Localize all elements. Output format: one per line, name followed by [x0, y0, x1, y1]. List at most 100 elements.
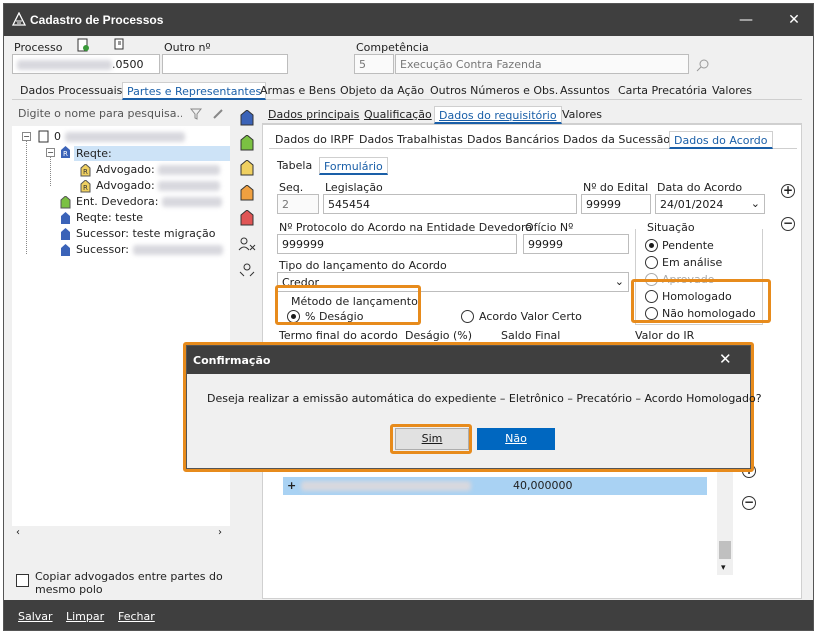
highlight-situacao — [631, 279, 771, 323]
copy-lawyers-label: Copiar advogados entre partes do mesmo p… — [35, 570, 223, 596]
add-person-orange-icon[interactable] — [240, 185, 254, 201]
valor-ir-label: Valor do IR — [635, 329, 695, 342]
edital-input[interactable]: 99999 — [581, 194, 651, 214]
bookmark-icon[interactable] — [112, 38, 126, 52]
tree-item-sucessor-2[interactable]: Sucessor: — [76, 243, 223, 256]
tree-item-advogado-2[interactable]: Advogado: — [96, 179, 221, 192]
grid-row[interactable]: + 40,000000 — [283, 477, 707, 495]
tab-armas-bens[interactable]: Armas e Bens — [256, 82, 340, 100]
tab-tabela[interactable]: Tabela — [273, 157, 316, 175]
tab-partes-representantes[interactable]: Partes e Representantes — [122, 82, 267, 100]
person-yellow-icon: R — [80, 180, 91, 193]
close-window-button[interactable]: ✕ — [784, 10, 804, 30]
tab-objeto-acao[interactable]: Objeto da Ação — [336, 82, 428, 100]
add-person-red-icon[interactable] — [240, 210, 254, 226]
tab-formulario[interactable]: Formulário — [319, 157, 388, 175]
person-green-icon — [60, 196, 71, 209]
new-document-icon[interactable] — [76, 38, 90, 52]
highlight-metodo — [275, 285, 421, 325]
svg-text:R: R — [63, 150, 68, 158]
saldo-final-label: Saldo Final — [501, 329, 561, 342]
scroll-left-arrow-icon[interactable]: ‹ — [16, 527, 20, 538]
remove-grid-row-button[interactable]: − — [742, 496, 756, 510]
tab-dados-sucessao[interactable]: Dados da Sucessão — [559, 131, 674, 149]
scroll-down-arrow-icon[interactable]: ▾ — [721, 563, 726, 573]
add-person-yellow-icon[interactable] — [240, 160, 254, 176]
app-logo-icon — [12, 12, 26, 26]
bottom-action-bar: Salvar Limpar Fechar — [4, 600, 813, 630]
processo-input[interactable]: .0500 — [12, 54, 160, 74]
competencia-description-input[interactable]: Execução Contra Fazenda — [395, 54, 689, 74]
data-acordo-picker[interactable]: 24/01/2024 ⌄ — [655, 194, 765, 214]
situacao-em-analise-radio[interactable] — [645, 256, 658, 269]
dialog-title: Confirmação — [193, 354, 271, 367]
data-acordo-label: Data do Acordo — [657, 181, 743, 194]
edital-label: Nº do Edital — [583, 181, 649, 194]
add-record-button[interactable]: + — [781, 184, 795, 198]
filter-icon[interactable] — [190, 108, 202, 120]
tab-outros-numeros[interactable]: Outros Números e Obs. — [426, 82, 562, 100]
tab-assuntos[interactable]: Assuntos — [556, 82, 614, 100]
tree-item-reqte-selected[interactable]: Reqte: — [74, 146, 230, 161]
remove-person-icon[interactable] — [238, 236, 256, 252]
metodo-valor-certo-radio[interactable] — [461, 310, 474, 323]
situacao-pendente-radio[interactable] — [645, 239, 658, 252]
protocolo-label: Nº Protocolo do Acordo na Entidade Deved… — [279, 221, 533, 234]
tab-dados-principais[interactable]: Dados principais — [264, 106, 363, 124]
tree-item-ent-devedora[interactable]: Ent. Devedora: — [76, 195, 222, 208]
outro-numero-input[interactable] — [162, 54, 288, 74]
protocolo-input[interactable]: 999999 — [277, 234, 517, 254]
svg-text:R: R — [83, 168, 88, 176]
party-search-input[interactable]: Digite o nome para pesquisa... — [14, 104, 182, 124]
tab-valores-sub[interactable]: Valores — [558, 106, 606, 124]
dialog-message: Deseja realizar a emissão automática do … — [207, 392, 762, 405]
form-mode-tab-bar: Tabela Formulário — [273, 157, 388, 175]
copy-lawyers-checkbox[interactable] — [16, 574, 29, 587]
tree-collapse-toggle[interactable]: − — [22, 132, 31, 141]
tree-item-sucessor-teste[interactable]: Sucessor: teste migração — [76, 227, 215, 240]
competencia-label: Competência — [356, 41, 429, 54]
process-window: Cadastro de Processos — ✕ Processo .0500… — [3, 3, 814, 631]
tree-item-reqte-teste[interactable]: Reqte: teste — [76, 211, 143, 224]
dialog-no-button[interactable]: Não — [477, 428, 555, 450]
tipo-lancamento-label: Tipo do lançamento do Acordo — [279, 259, 447, 272]
add-person-green-icon[interactable] — [240, 135, 254, 151]
tab-dados-irpf[interactable]: Dados do IRPF — [271, 131, 358, 149]
remove-record-button[interactable]: − — [781, 217, 795, 231]
dialog-close-button[interactable]: ✕ — [719, 350, 732, 368]
tab-valores[interactable]: Valores — [708, 82, 756, 100]
tree-horizontal-scrollbar[interactable]: ‹ › — [12, 526, 230, 542]
legislacao-input[interactable]: 545454 — [323, 194, 577, 214]
seq-label: Seq. — [279, 181, 304, 194]
tree-item-processo[interactable]: 0 — [54, 130, 185, 143]
tab-qualificacao[interactable]: Qualificação — [360, 106, 436, 124]
save-button[interactable]: Salvar — [18, 610, 53, 623]
seq-input[interactable]: 2 — [277, 194, 319, 214]
oficio-label: Ofício Nº — [525, 221, 574, 234]
tab-carta-precatoria[interactable]: Carta Precatória — [614, 82, 711, 100]
tab-dados-acordo[interactable]: Dados do Acordo — [669, 131, 773, 149]
tree-collapse-toggle[interactable]: − — [46, 148, 55, 157]
scroll-right-arrow-icon[interactable]: › — [218, 527, 222, 538]
dialog-title-bar: Confirmação ✕ — [187, 346, 750, 374]
tree-item-advogado-1[interactable]: Advogado: — [96, 163, 221, 176]
tab-dados-processuais[interactable]: Dados Processuais — [16, 82, 126, 100]
swap-person-icon[interactable] — [238, 262, 256, 278]
oficio-input[interactable]: 99999 — [523, 234, 629, 254]
chevron-down-icon[interactable]: ⌄ — [751, 197, 760, 210]
tab-dados-bancarios[interactable]: Dados Bancários — [463, 131, 563, 149]
tab-dados-requisitorio[interactable]: Dados do requisitório — [434, 106, 562, 124]
close-button[interactable]: Fechar — [118, 610, 155, 623]
chevron-down-icon[interactable]: ⌄ — [615, 275, 624, 288]
situacao-em-analise-label: Em análise — [662, 256, 723, 269]
tab-dados-trabalhistas[interactable]: Dados Trabalhistas — [355, 131, 467, 149]
search-icon[interactable] — [696, 58, 710, 72]
add-person-blue-icon[interactable] — [240, 110, 254, 126]
competencia-code-input[interactable]: 5 — [354, 54, 394, 74]
person-yellow-icon: R — [80, 164, 91, 177]
clear-filter-icon[interactable] — [212, 108, 224, 120]
grid-vertical-scrollbar[interactable]: ▾ — [717, 455, 733, 575]
minimize-button[interactable]: — — [736, 10, 756, 30]
clear-button[interactable]: Limpar — [66, 610, 104, 623]
requisitorio-tab-bar: Dados do IRPF Dados Trabalhistas Dados B… — [269, 131, 797, 149]
